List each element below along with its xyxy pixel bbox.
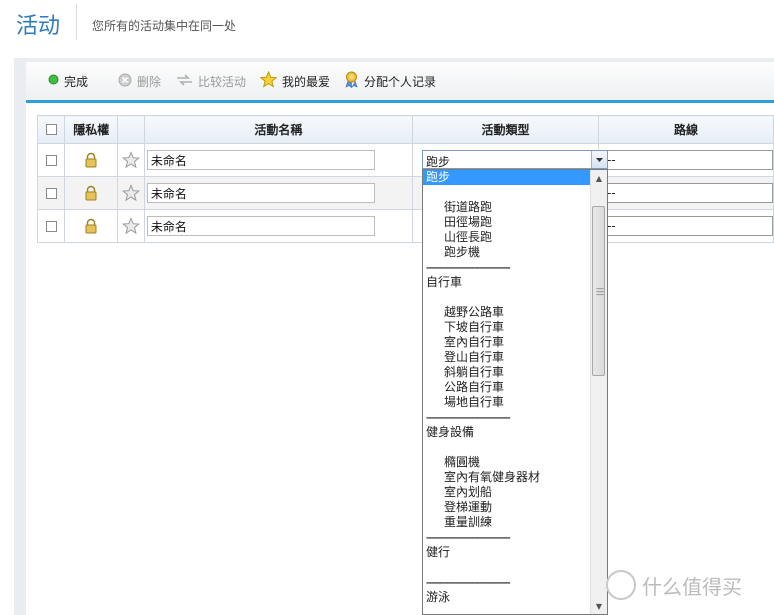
dropdown-option[interactable]: 公路自行車	[423, 380, 591, 395]
green-dot-icon	[48, 74, 59, 88]
dropdown-option[interactable]: 登山自行車	[423, 350, 591, 365]
dropdown-separator: ------------------------------------	[426, 533, 511, 542]
toolbar-accent-line	[26, 100, 774, 103]
dropdown-separator: ------------------------------------	[426, 578, 511, 587]
row-checkbox[interactable]	[45, 154, 57, 166]
lock-icon[interactable]	[83, 185, 99, 201]
dropdown-separator: ------------------------------------	[426, 263, 511, 272]
dropdown-option[interactable]: 室內自行車	[423, 335, 591, 350]
assign-personal-record-button[interactable]: 分配个人记录	[344, 71, 437, 91]
done-label: 完成	[64, 74, 89, 89]
favorites-label: 我的最爱	[282, 74, 331, 89]
column-header-name[interactable]: 活動名稱	[143, 115, 413, 144]
column-header-favorite	[117, 115, 145, 144]
lock-icon[interactable]	[83, 218, 99, 234]
column-header-route[interactable]: 路線	[597, 115, 774, 144]
dropdown-option[interactable]: 跑步	[423, 170, 591, 185]
activity-type-dropdown-list[interactable]: 跑步街道路跑 田徑場跑 山徑長跑 跑步機 -----------------------…	[422, 169, 608, 615]
assign-label: 分配个人记录	[364, 74, 437, 89]
delete-icon	[118, 73, 132, 90]
dropdown-option[interactable]: 健身設備	[423, 425, 591, 440]
compare-icon	[176, 73, 193, 89]
activity-name-input[interactable]	[146, 216, 375, 236]
page-subtitle: 您所有的活动集中在同一处	[92, 19, 237, 33]
dropdown-option[interactable]: 街道路跑	[423, 200, 591, 215]
grip-icon: — — —	[596, 284, 604, 299]
dropdown-option	[423, 560, 591, 575]
dropdown-option[interactable]: 場地自行車	[423, 395, 591, 410]
favorite-star-icon[interactable]	[122, 151, 141, 169]
dropdown-option	[423, 290, 591, 305]
dropdown-options: 跑步街道路跑 田徑場跑 山徑長跑 跑步機 -----------------------…	[423, 170, 591, 605]
route-select[interactable]: --	[602, 183, 773, 203]
dropdown-option[interactable]: 自行車	[423, 275, 591, 290]
compare-activities-button[interactable]: 比较活动	[176, 72, 246, 90]
lock-icon[interactable]	[83, 152, 99, 168]
favorite-star-icon[interactable]	[122, 217, 141, 235]
column-header-type[interactable]: 活動類型	[411, 115, 599, 144]
route-select[interactable]: --	[602, 150, 773, 170]
watermark-text: 什么值得买	[642, 574, 742, 599]
chevron-down-icon	[596, 158, 603, 162]
dropdown-option[interactable]: 重量訓練	[423, 515, 591, 530]
activities-table: 隱私權 活動名稱 活動類型 路線 -- -- --	[36, 115, 774, 243]
activity-name-input[interactable]	[146, 183, 375, 203]
favorites-button[interactable]: 我的最爱	[259, 70, 331, 91]
table-row: --	[36, 209, 774, 243]
delete-button[interactable]: 删除	[118, 72, 161, 90]
activity-name-input[interactable]	[146, 150, 375, 170]
activity-type-value: 跑步	[426, 155, 451, 169]
dropdown-option[interactable]: 登梯運動	[423, 500, 591, 515]
dropdown-option[interactable]: 越野公路車	[423, 305, 591, 320]
row-checkbox[interactable]	[45, 220, 57, 232]
scroll-down-arrow-icon[interactable]: ▼	[594, 602, 604, 612]
dropdown-option[interactable]: 田徑場跑	[423, 215, 591, 230]
delete-label: 删除	[137, 74, 162, 89]
route-select[interactable]: --	[602, 216, 773, 236]
dropdown-option	[423, 440, 591, 455]
scrollbar-thumb[interactable]: — — —	[592, 206, 605, 376]
dropdown-option[interactable]: 室內划船	[423, 485, 591, 500]
dropdown-separator: ------------------------------------	[426, 413, 511, 422]
dropdown-option[interactable]: 室內有氧健身器材	[423, 470, 591, 485]
dropdown-option[interactable]: 斜躺自行車	[423, 365, 591, 380]
table-header-row: 隱私權 活動名稱 活動類型 路線	[36, 115, 774, 144]
scroll-up-arrow-icon[interactable]: ▲	[594, 174, 604, 184]
dropdown-option	[423, 185, 591, 200]
row-checkbox[interactable]	[45, 187, 57, 199]
select-all-cell	[36, 115, 66, 144]
star-icon	[259, 70, 278, 91]
dropdown-scrollbar[interactable]: ▲ — — — ▼	[590, 170, 607, 614]
watermark: 什么值得买	[606, 570, 742, 600]
dropdown-arrow-button[interactable]	[591, 151, 607, 168]
dropdown-option[interactable]: 橢圓機	[423, 455, 591, 470]
dropdown-option[interactable]: 山徑長跑	[423, 230, 591, 245]
page-title: 活动	[16, 14, 61, 39]
select-all-checkbox[interactable]	[45, 124, 57, 135]
table-row: --	[36, 176, 774, 210]
dropdown-option[interactable]: 下坡自行車	[423, 320, 591, 335]
table-row: --	[36, 143, 774, 177]
activity-type-select[interactable]: 跑步	[422, 150, 608, 169]
done-button[interactable]: 完成	[48, 72, 88, 90]
watermark-logo-icon	[606, 570, 636, 600]
favorite-star-icon[interactable]	[122, 184, 141, 202]
compare-label: 比较活动	[198, 74, 247, 89]
header-divider	[76, 4, 77, 40]
medal-icon	[344, 71, 359, 91]
column-header-privacy[interactable]: 隱私權	[64, 115, 119, 144]
dropdown-option[interactable]: 游泳	[423, 590, 591, 605]
dropdown-option[interactable]: 健行	[423, 545, 591, 560]
dropdown-option[interactable]: 跑步機	[423, 245, 591, 260]
